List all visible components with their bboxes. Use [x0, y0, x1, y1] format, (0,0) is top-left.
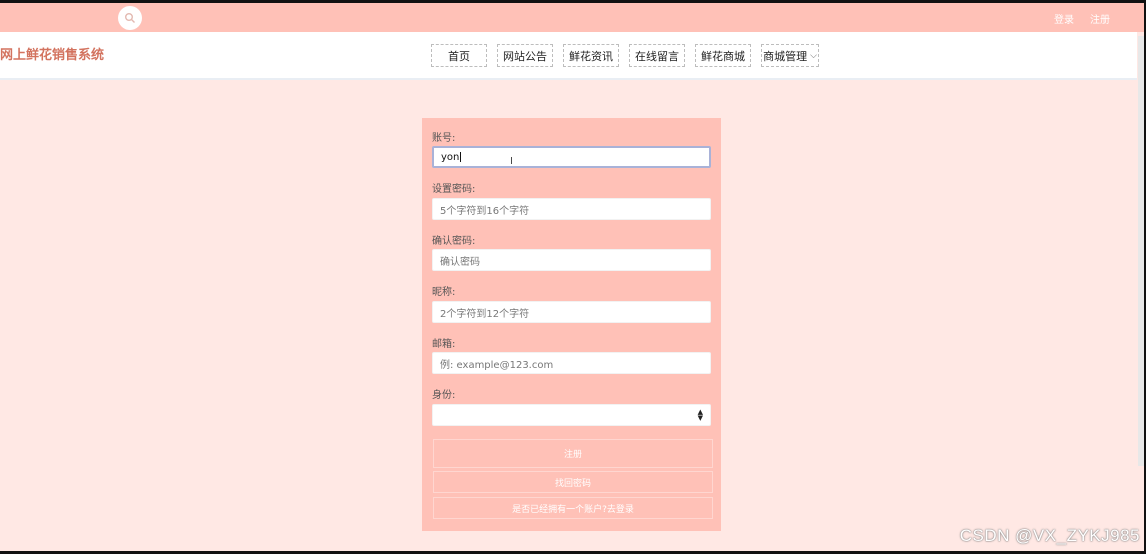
register-button[interactable]: 注册 — [433, 439, 713, 468]
nav-item-flower-shop[interactable]: 鲜花商城 — [695, 44, 751, 67]
role-label: 身份: — [432, 390, 456, 401]
nav-item-flower-news[interactable]: 鲜花资讯 — [563, 44, 619, 67]
role-select[interactable]: ▲ ▼ — [432, 404, 711, 426]
top-bar: 登录 注册 — [0, 3, 1144, 32]
account-input[interactable]: yon I — [432, 146, 711, 168]
forgot-password-button[interactable]: 找回密码 — [433, 471, 713, 493]
nav-item-messages[interactable]: 在线留言 — [629, 44, 685, 67]
header: 网上鲜花销售系统 首页 网站公告 鲜花资讯 在线留言 鲜花商城 商城管理 ⌵ — [0, 32, 1137, 80]
password-input[interactable]: 5个字符到16个字符 — [432, 198, 711, 220]
nickname-label: 昵称: — [432, 287, 456, 298]
confirm-password-input[interactable]: 确认密码 — [432, 249, 711, 271]
select-arrows-icon: ▲ ▼ — [697, 408, 703, 422]
ibeam-cursor-icon: I — [510, 156, 513, 167]
password-placeholder: 5个字符到16个字符 — [440, 205, 530, 217]
nav-label: 鲜花资讯 — [569, 49, 613, 63]
nav-item-announcements[interactable]: 网站公告 — [497, 44, 553, 67]
nav-label: 在线留言 — [635, 49, 679, 63]
nav-item-shop-management[interactable]: 商城管理 ⌵ — [761, 44, 819, 67]
nav-label: 鲜花商城 — [701, 49, 745, 63]
login-link[interactable]: 登录 — [1054, 11, 1074, 26]
password-label: 设置密码: — [432, 184, 476, 195]
email-input[interactable]: 例: example@123.com — [432, 352, 711, 374]
account-value: yon — [441, 151, 460, 163]
watermark: CSDN @VX_ZYKJ985 — [959, 526, 1140, 545]
top-links: 登录 注册 — [1054, 11, 1110, 26]
chevron-down-icon: ⌵ — [810, 50, 817, 61]
nav-label: 网站公告 — [503, 49, 547, 63]
register-form: 账号: yon I 设置密码: 5个字符到16个字符 确认密码: 确认密码 昵称… — [422, 118, 721, 531]
account-label: 账号: — [432, 133, 456, 144]
nav-item-home[interactable]: 首页 — [431, 44, 487, 67]
confirm-password-placeholder: 确认密码 — [440, 256, 480, 268]
register-link[interactable]: 注册 — [1090, 11, 1110, 26]
confirm-password-label: 确认密码: — [432, 236, 476, 247]
nickname-placeholder: 2个字符到12个字符 — [440, 308, 530, 320]
site-title: 网上鲜花销售系统 — [0, 48, 105, 63]
search-icon — [125, 13, 135, 23]
email-label: 邮箱: — [432, 339, 456, 350]
nickname-input[interactable]: 2个字符到12个字符 — [432, 301, 711, 323]
nav-label: 首页 — [448, 49, 470, 63]
go-login-button[interactable]: 是否已经拥有一个账户?去登录 — [433, 497, 713, 519]
main-nav: 首页 网站公告 鲜花资讯 在线留言 鲜花商城 商城管理 ⌵ — [431, 44, 829, 67]
nav-label: 商城管理 — [763, 49, 808, 63]
text-caret — [460, 152, 462, 162]
email-placeholder: 例: example@123.com — [440, 359, 554, 371]
search-button[interactable] — [118, 6, 142, 30]
